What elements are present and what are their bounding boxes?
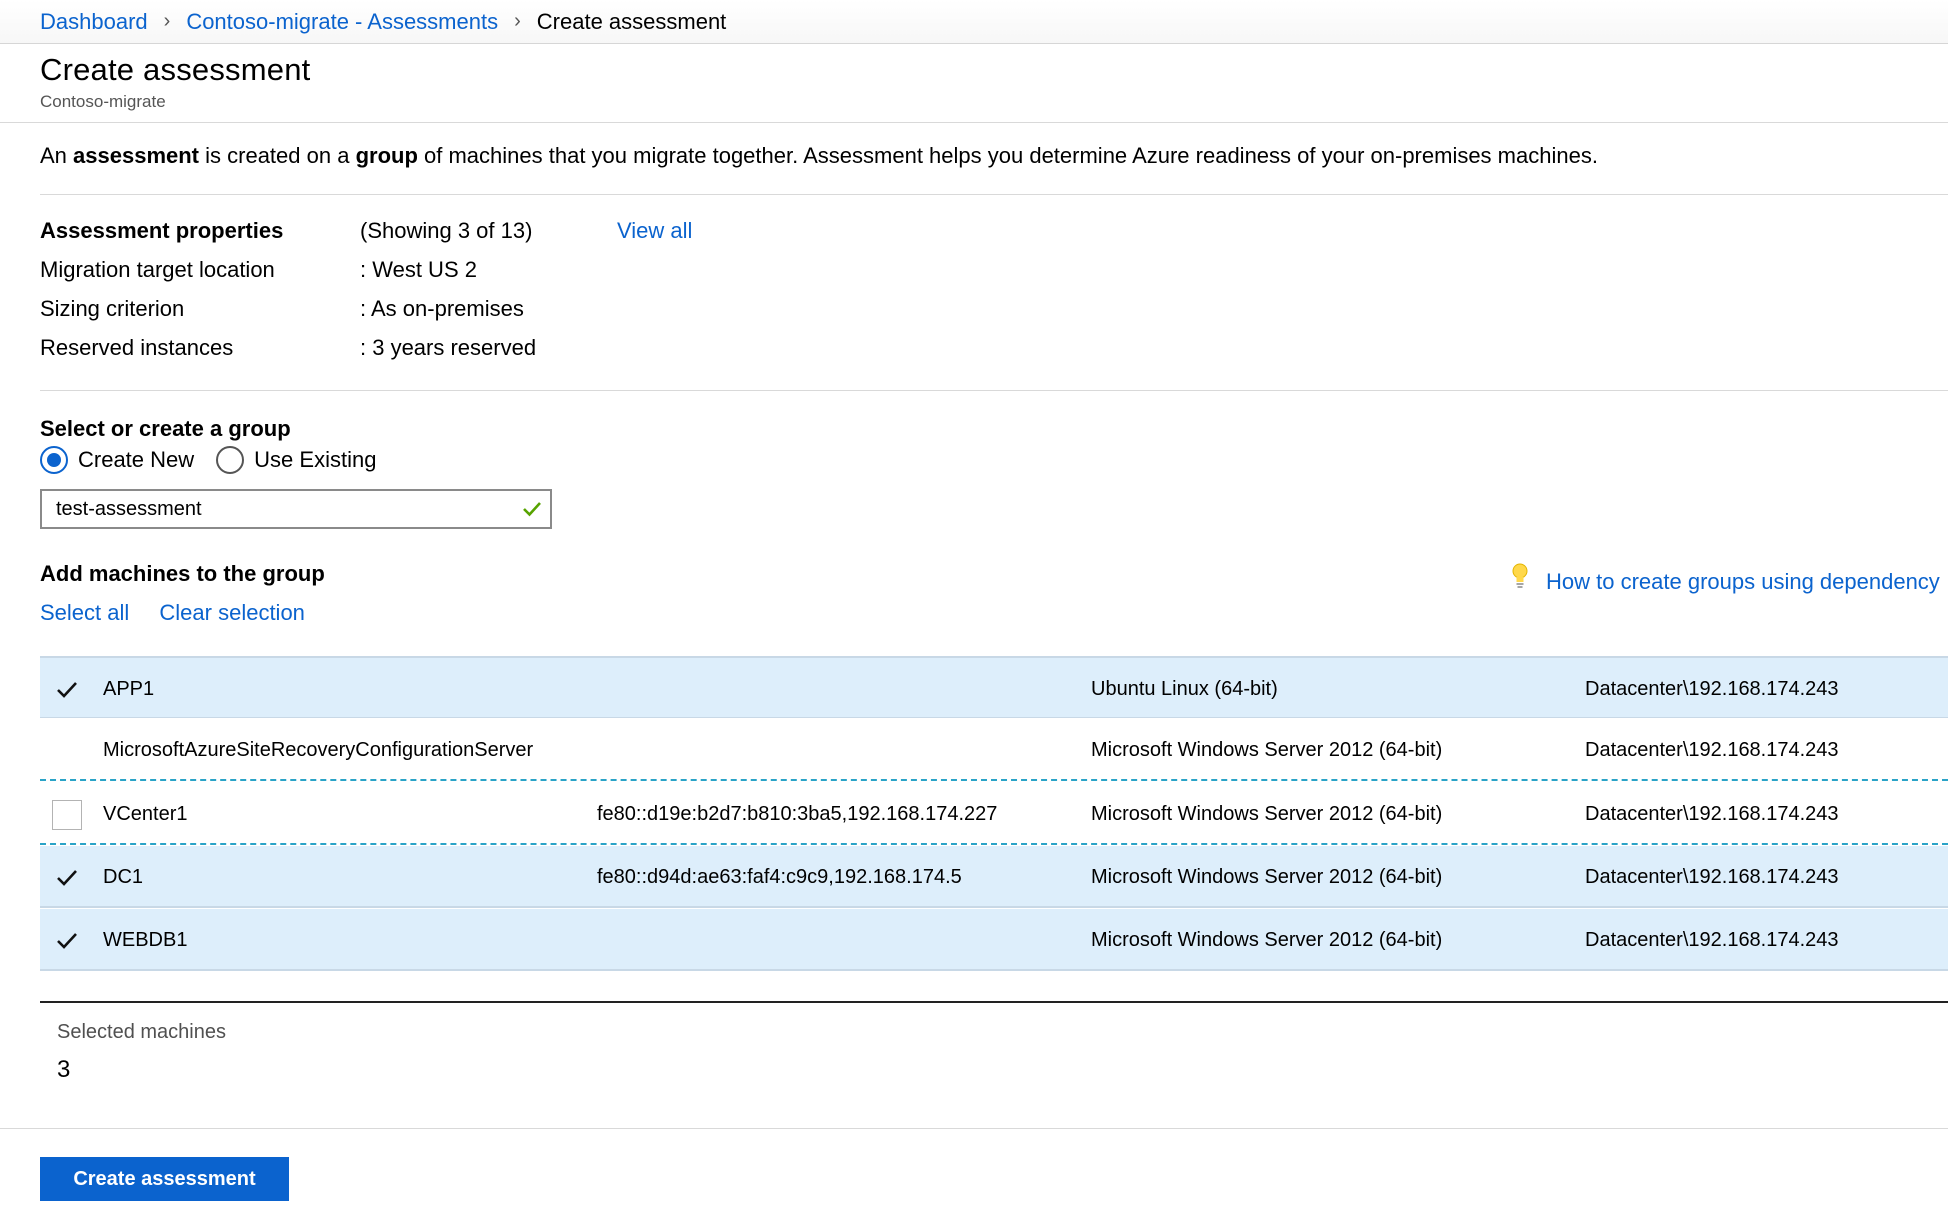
page-subtitle: Contoso-migrate [40, 92, 166, 111]
intro-bold-group: group [355, 143, 418, 168]
machine-name: APP1 [103, 678, 155, 700]
table-row[interactable]: MicrosoftAzureSiteRecoveryConfigurationS… [40, 719, 1948, 781]
property-value: : 3 years reserved [360, 335, 537, 360]
breadcrumb-assessments[interactable]: Contoso-migrate - Assessments [186, 9, 498, 35]
breadcrumb: Dashboard › Contoso-migrate - Assessment… [0, 0, 1948, 44]
machine-name: MicrosoftAzureSiteRecoveryConfigurationS… [103, 739, 534, 761]
view-all-link[interactable]: View all [617, 218, 692, 244]
machine-os: Ubuntu Linux (64-bit) [1091, 678, 1278, 700]
header-divider [0, 122, 1948, 123]
breadcrumb-current: Create assessment [536, 8, 727, 34]
divider [0, 1128, 1948, 1129]
row-checkbox[interactable] [52, 926, 82, 956]
intro-part2: is created on a [199, 143, 356, 168]
summary-divider [40, 1001, 1948, 1003]
selected-machines-count: 3 [57, 1056, 71, 1083]
radio-create-new-label[interactable]: Create New [78, 447, 194, 473]
lightbulb-icon [1512, 563, 1528, 588]
radio-use-existing-label[interactable]: Use Existing [254, 447, 376, 473]
radio-selected-dot [47, 453, 61, 467]
select-all-link[interactable]: Select all [40, 600, 129, 625]
checkmark-icon [57, 933, 77, 949]
radio-create-new[interactable] [40, 446, 68, 474]
clear-selection-link[interactable]: Clear selection [159, 600, 305, 625]
table-row[interactable]: VCenter1 fe80::d19e:b2d7:b810:3ba5,192.16… [40, 783, 1948, 845]
property-label: Sizing criterion [40, 296, 185, 321]
group-name-input[interactable]: test-assessment [40, 489, 552, 529]
properties-showing: (Showing 3 of 13) [360, 218, 533, 243]
machine-os: Microsoft Windows Server 2012 (64-bit) [1091, 803, 1443, 825]
machine-location: Datacenter\192.168.174.243 [1585, 866, 1839, 888]
machines-heading: Add machines to the group [40, 561, 325, 586]
divider [40, 390, 1948, 391]
machine-location: Datacenter\192.168.174.243 [1585, 678, 1839, 700]
table-row[interactable]: APP1 Ubuntu Linux (64-bit) Datacenter\192.… [40, 656, 1948, 718]
property-value: : West US 2 [360, 257, 477, 282]
checkmark-icon [523, 502, 541, 517]
intro-part3: of machines that you migrate together. A… [417, 143, 1598, 168]
machine-name: VCenter1 [103, 803, 188, 825]
machine-location: Datacenter\192.168.174.243 [1585, 739, 1839, 761]
chevron-right-icon: › [514, 10, 521, 32]
dependency-help-link[interactable]: How to create groups using dependency [1546, 569, 1940, 595]
row-checkbox[interactable] [52, 800, 82, 830]
property-label: Migration target location [40, 257, 275, 282]
machine-name: DC1 [103, 866, 144, 888]
page-header: Create assessment Contoso-migrate [40, 52, 310, 112]
row-checkbox[interactable] [52, 675, 82, 705]
create-assessment-button[interactable]: Create assessment [40, 1157, 289, 1201]
breadcrumb-dashboard[interactable]: Dashboard [40, 9, 148, 35]
divider [40, 194, 1948, 195]
checkmark-icon [57, 870, 77, 886]
group-heading: Select or create a group [40, 416, 291, 441]
machine-ip: fe80::d19e:b2d7:b810:3ba5,192.168.174.22… [597, 803, 998, 825]
checkmark-icon [57, 682, 77, 698]
machine-location: Datacenter\192.168.174.243 [1585, 929, 1839, 951]
properties-heading: Assessment properties [40, 218, 284, 243]
intro-bold-assessment: assessment [73, 143, 200, 168]
intro-text: An assessment is created on a group of m… [40, 143, 1598, 169]
table-row[interactable]: DC1 fe80::d94d:ae63:faf4:c9c9,192.168.174… [40, 846, 1948, 908]
property-label: Reserved instances [40, 335, 234, 360]
table-row[interactable]: WEBDB1 Microsoft Windows Server 2012 (64-… [40, 909, 1948, 971]
machine-os: Microsoft Windows Server 2012 (64-bit) [1091, 866, 1443, 888]
radio-use-existing[interactable] [216, 446, 245, 474]
machine-name: WEBDB1 [103, 929, 188, 951]
machine-location: Datacenter\192.168.174.243 [1585, 803, 1839, 825]
machine-os: Microsoft Windows Server 2012 (64-bit) [1091, 739, 1443, 761]
page-title: Create assessment [40, 52, 311, 87]
machine-os: Microsoft Windows Server 2012 (64-bit) [1091, 929, 1443, 951]
group-radio-group: Create New Use Existing [40, 446, 398, 474]
selected-machines-label: Selected machines [57, 1021, 226, 1043]
selection-links: Select all Clear selection [40, 600, 305, 626]
intro-part1: An [40, 143, 74, 168]
row-checkbox[interactable] [52, 863, 82, 893]
property-value: : As on-premises [360, 296, 524, 321]
chevron-right-icon: › [163, 10, 171, 32]
machine-ip: fe80::d94d:ae63:faf4:c9c9,192.168.174.5 [597, 866, 962, 888]
group-name-value: test-assessment [56, 497, 202, 520]
dependency-help: How to create groups using dependency [1508, 559, 1940, 595]
create-assessment-page: Dashboard › Contoso-migrate - Assessment… [0, 0, 1948, 1213]
